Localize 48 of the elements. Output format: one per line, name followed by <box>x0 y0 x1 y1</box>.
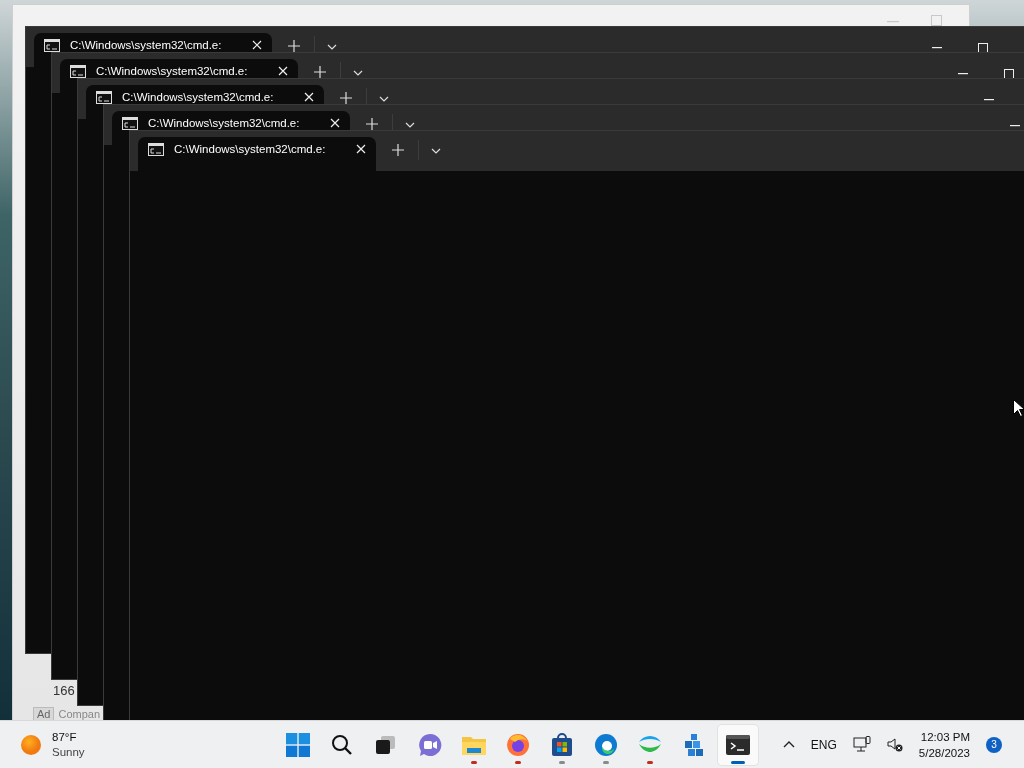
language-indicator[interactable]: ENG <box>810 737 837 752</box>
close-icon[interactable] <box>278 66 288 76</box>
minimize-icon[interactable] <box>984 99 994 101</box>
command-prompt-icon <box>148 143 164 156</box>
terminal-button[interactable] <box>718 724 758 765</box>
chat-icon <box>418 732 442 757</box>
new-tab-icon[interactable] <box>340 92 352 104</box>
caret-icon[interactable] <box>405 122 415 128</box>
weather-condition-text: Sunny <box>52 744 85 760</box>
volume-muted-icon[interactable] <box>886 737 903 752</box>
terminal-tab[interactable]: C:\Windows\system32\cmd.e: <box>138 137 376 171</box>
new-tab-icon[interactable] <box>314 66 326 78</box>
mouse-pointer-icon <box>1013 399 1024 417</box>
new-tab-icon[interactable] <box>288 40 300 52</box>
close-icon[interactable] <box>330 118 340 128</box>
ad-text: Compan <box>58 708 101 720</box>
cubes-icon <box>682 732 706 757</box>
command-prompt-icon <box>122 117 138 130</box>
command-prompt-icon <box>96 91 112 104</box>
command-prompt-icon <box>70 65 86 78</box>
ad-badge: Ad <box>33 707 55 720</box>
network-icon[interactable] <box>852 736 871 753</box>
page-number-text: 166 <box>53 683 75 698</box>
new-tab-icon[interactable] <box>392 144 404 156</box>
browser-icon <box>506 732 530 757</box>
caret-icon[interactable] <box>353 70 363 76</box>
terminal-icon <box>726 734 750 755</box>
command-prompt-icon <box>44 39 60 52</box>
windows-logo-icon <box>286 732 310 757</box>
minimize-icon[interactable] <box>1010 125 1020 127</box>
caret-icon[interactable] <box>431 148 441 154</box>
notification-badge[interactable]: 3 <box>986 736 1002 753</box>
minimize-icon[interactable] <box>932 47 942 49</box>
caret-icon[interactable] <box>379 96 389 102</box>
store-bag-icon <box>550 732 574 757</box>
temperature-text: 87°F <box>52 729 78 745</box>
close-icon[interactable] <box>252 40 262 50</box>
clock-time[interactable]: 12:03 PM <box>920 728 970 745</box>
search-icon <box>331 733 353 756</box>
caret-icon[interactable] <box>327 44 337 50</box>
close-icon[interactable] <box>304 92 314 102</box>
task-view-icon <box>375 734 397 755</box>
chevron-up-icon[interactable] <box>782 741 795 748</box>
clock-date[interactable]: 5/28/2023 <box>918 744 970 761</box>
browser-icon <box>594 732 618 757</box>
new-tab-icon[interactable] <box>366 118 378 130</box>
minimize-icon[interactable] <box>958 73 968 75</box>
close-icon[interactable] <box>356 144 366 154</box>
